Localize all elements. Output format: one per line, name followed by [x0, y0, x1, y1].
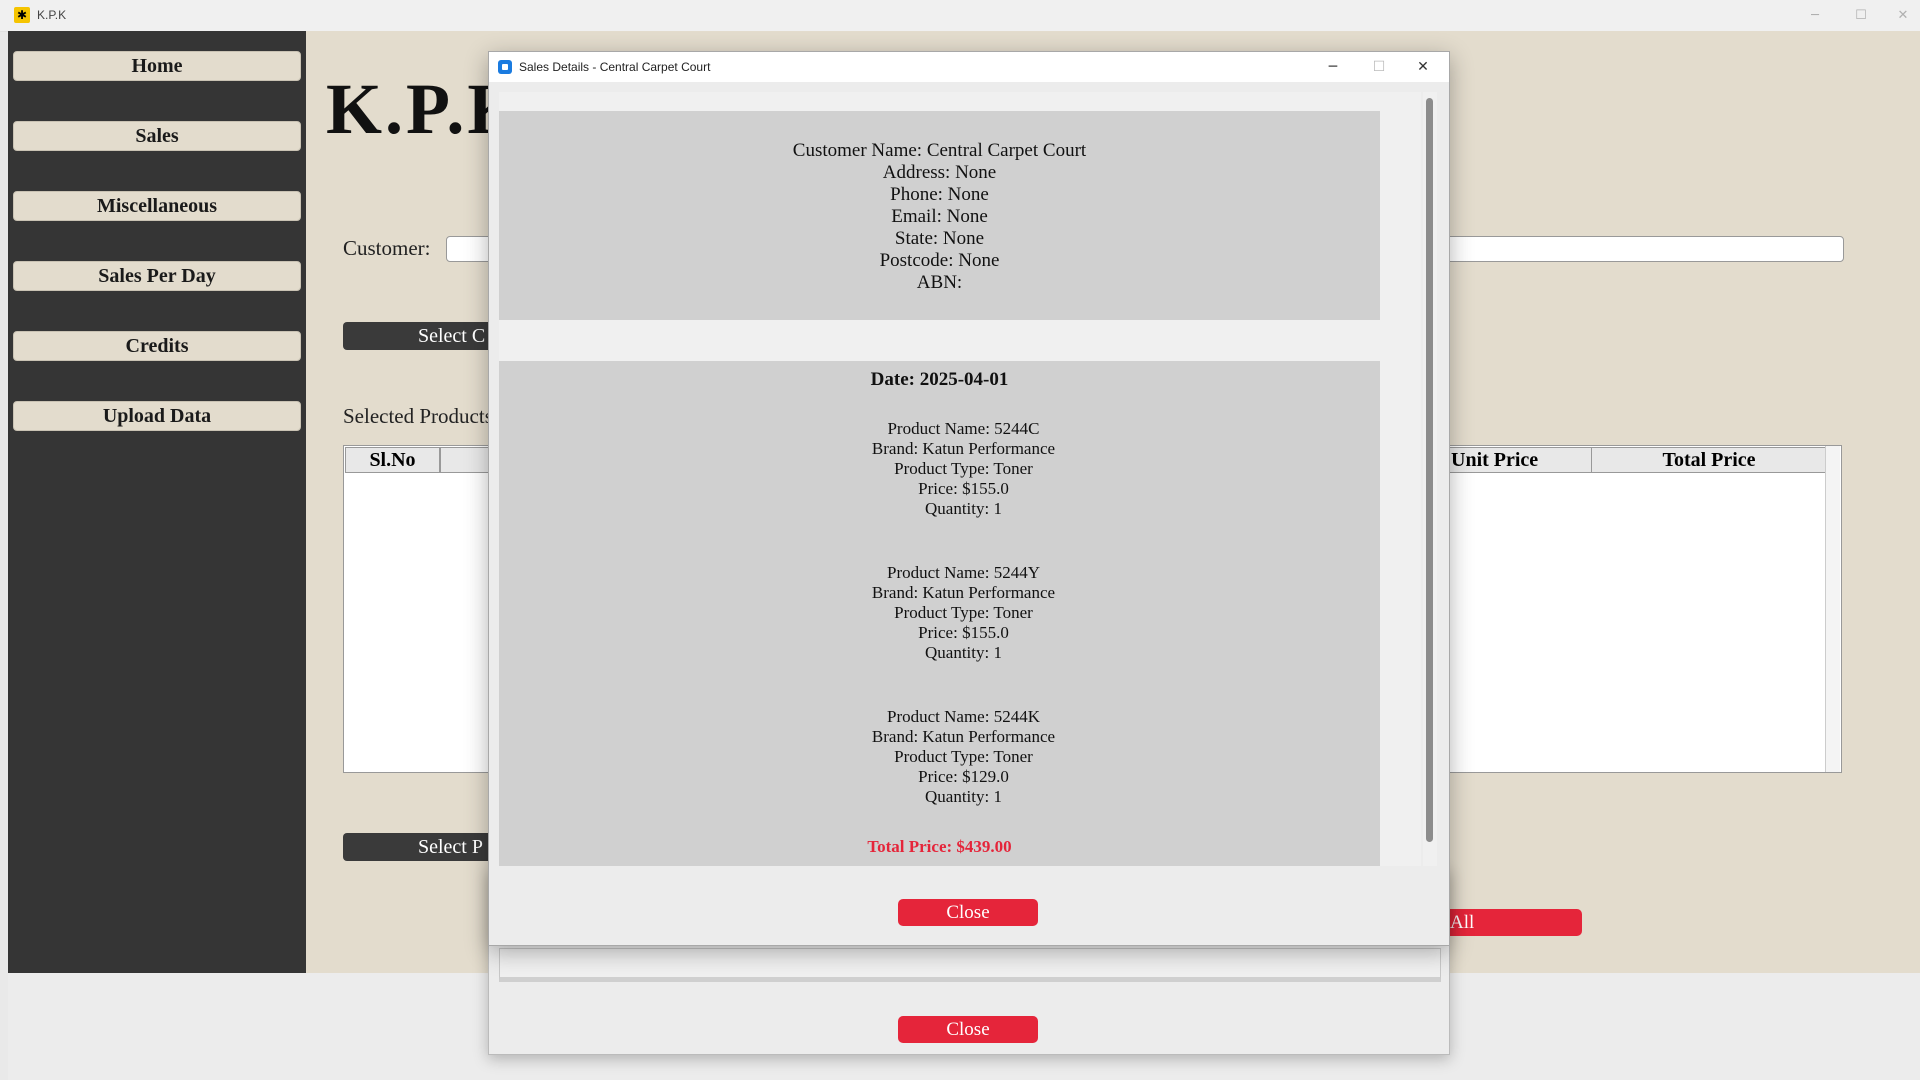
product-name: Product Name: 5244C [887, 419, 1040, 438]
customer-abn: ABN: [916, 272, 963, 293]
selected-products-label: Selected Products [343, 404, 493, 428]
product-quantity: Quantity: 1 [925, 787, 1002, 806]
sales-details-scroll-area: Customer Name: Central Carpet Court Addr… [499, 92, 1421, 866]
customer-label: Customer: [343, 236, 431, 260]
sidebar-item-home[interactable]: Home [13, 51, 301, 81]
column-header-total-price: Total Price [1591, 447, 1827, 473]
product-brand: Brand: Katun Performance [871, 583, 1056, 602]
column-header-slno: Sl.No [345, 447, 440, 473]
dialog-title: Sales Details - Central Carpet Court [519, 60, 711, 74]
dialog-close-icon[interactable]: ✕ [1401, 52, 1445, 82]
product-item: Product Name: 5244K Brand: Katun Perform… [499, 707, 1380, 807]
product-brand: Brand: Katun Performance [871, 727, 1056, 746]
background-close-button[interactable]: Close [898, 1016, 1038, 1043]
sidebar-item-miscellaneous[interactable]: Miscellaneous [13, 191, 301, 221]
sales-details-dialog: Sales Details - Central Carpet Court ─ ☐… [488, 51, 1450, 946]
product-name: Product Name: 5244Y [887, 563, 1040, 582]
dialog-scrollbar-thumb[interactable] [1426, 98, 1433, 842]
product-type: Product Type: Toner [894, 603, 1033, 622]
background-dialog-panel [499, 948, 1441, 982]
product-price: Price: $155.0 [918, 623, 1009, 642]
customer-address: Address: None [882, 162, 997, 183]
dialog-app-icon [498, 60, 512, 74]
maximize-button[interactable]: ☐ [1838, 0, 1884, 31]
sidebar-item-credits[interactable]: Credits [13, 331, 301, 361]
product-name: Product Name: 5244K [887, 707, 1040, 726]
sidebar-item-sales[interactable]: Sales [13, 121, 301, 151]
minimize-button[interactable]: ─ [1792, 0, 1838, 31]
app-logo-icon: ✱ [14, 7, 30, 23]
product-brand: Brand: Katun Performance [871, 439, 1056, 458]
product-type: Product Type: Toner [894, 747, 1033, 766]
app-titlebar: ✱ K.P.K ─ ☐ ✕ [0, 0, 1920, 32]
customer-name: Customer Name: Central Carpet Court [792, 140, 1087, 161]
app-title: K.P.K [37, 8, 67, 22]
dialog-minimize-button[interactable]: ─ [1311, 52, 1355, 82]
product-price: Price: $129.0 [918, 767, 1009, 786]
customer-phone: Phone: None [890, 184, 989, 205]
customer-info-panel: Customer Name: Central Carpet Court Addr… [499, 111, 1380, 320]
sidebar: Home Sales Miscellaneous Sales Per Day C… [8, 31, 306, 973]
product-item: Product Name: 5244C Brand: Katun Perform… [499, 419, 1380, 519]
sale-date: Date: 2025-04-01 [870, 369, 1009, 390]
sidebar-item-sales-per-day[interactable]: Sales Per Day [13, 261, 301, 291]
dialog-titlebar: Sales Details - Central Carpet Court ─ ☐… [489, 52, 1449, 82]
dialog-close-button[interactable]: Close [898, 899, 1038, 926]
table-scrollbar[interactable] [1825, 446, 1840, 772]
sale-total-price: Total Price: $439.00 [867, 837, 1012, 856]
product-quantity: Quantity: 1 [925, 499, 1002, 518]
customer-state: State: None [894, 228, 985, 249]
customer-postcode: Postcode: None [879, 250, 1000, 271]
dialog-scrollbar[interactable] [1423, 92, 1437, 866]
sidebar-item-upload-data[interactable]: Upload Data [13, 401, 301, 431]
customer-email: Email: None [891, 206, 988, 227]
dialog-maximize-button[interactable]: ☐ [1357, 52, 1401, 82]
sale-panel: Date: 2025-04-01 Product Name: 5244C Bra… [499, 361, 1380, 866]
close-window-button[interactable]: ✕ [1880, 0, 1920, 31]
product-price: Price: $155.0 [918, 479, 1009, 498]
product-item: Product Name: 5244Y Brand: Katun Perform… [499, 563, 1380, 663]
product-quantity: Quantity: 1 [925, 643, 1002, 662]
product-type: Product Type: Toner [894, 459, 1033, 478]
